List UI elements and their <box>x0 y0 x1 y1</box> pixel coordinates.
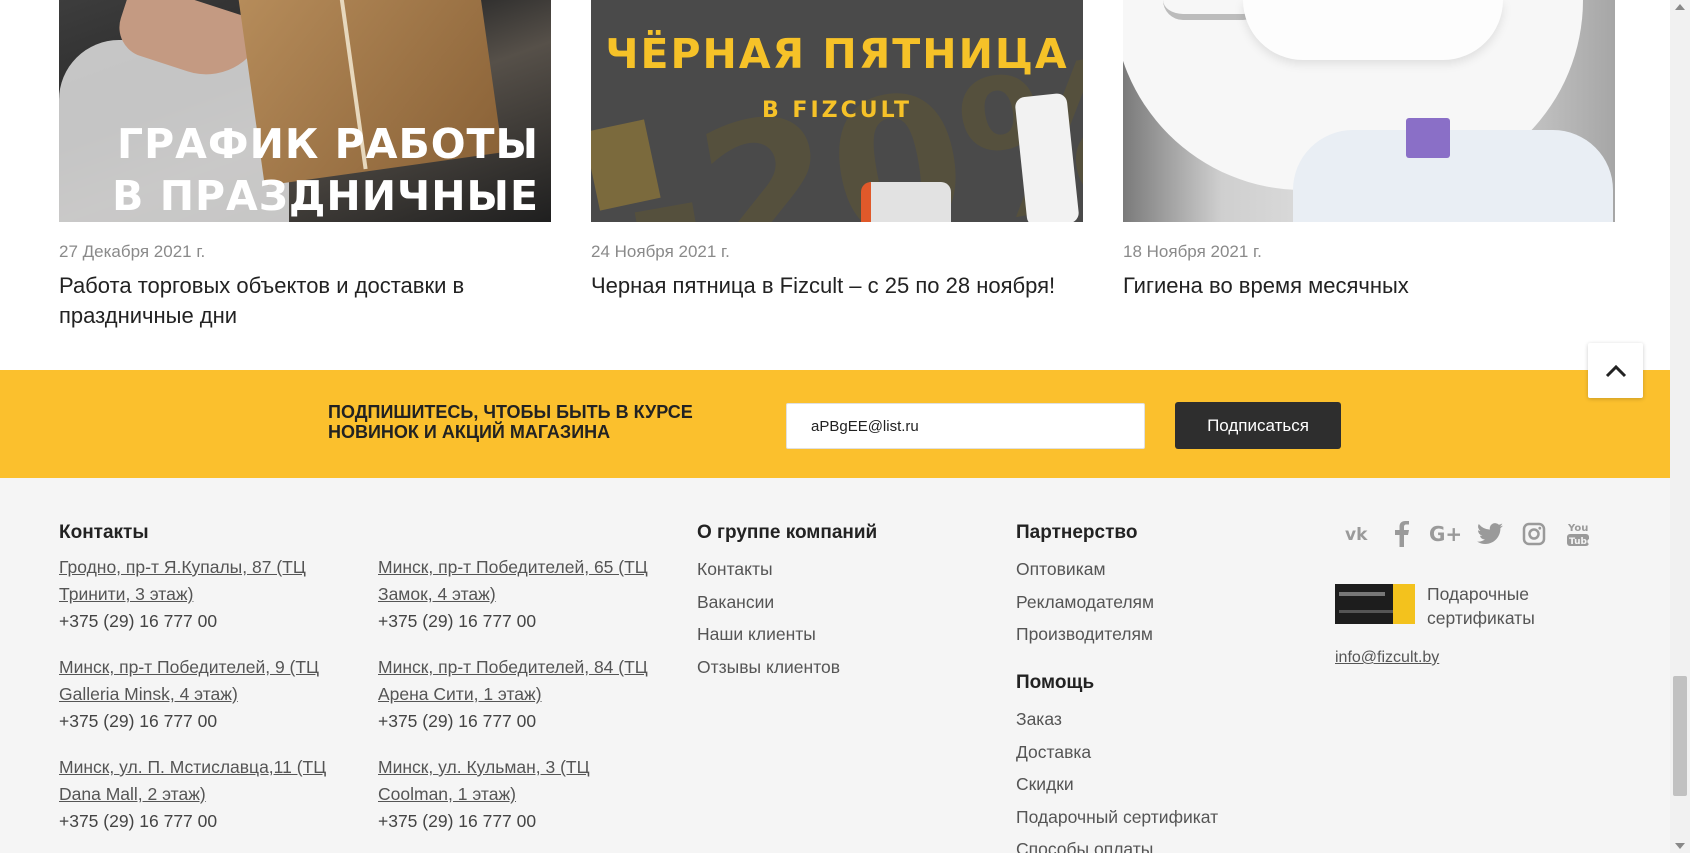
svg-text:You: You <box>1567 523 1588 534</box>
contact-phone: +375 (29) 16 777 00 <box>378 711 537 731</box>
about-links: Контакты Вакансии Наши клиенты Отзывы кл… <box>697 553 840 683</box>
svg-text:G+: G+ <box>1429 523 1462 545</box>
news-image-caption: ГРАФИК РАБОТЫ В ПРАЗДНИЧНЫЕ ДНИ <box>112 120 539 220</box>
help-link-discounts[interactable]: Скидки <box>1016 768 1218 801</box>
subscribe-banner: Подпишитесь, чтобы быть в курсе новинок … <box>0 370 1670 478</box>
contacts-heading: Контакты <box>59 522 149 543</box>
subscribe-text: Подпишитесь, чтобы быть в курсе новинок … <box>328 402 693 442</box>
contact-address-link[interactable]: Минск, ул. Кульман, 3 (ТЦ Coolman, 1 эта… <box>378 757 590 804</box>
contact-item: Гродно, пр-т Я.Купалы, 87 (ТЦ Тринити, 3… <box>59 554 329 635</box>
contact-phone: +375 (29) 16 777 00 <box>59 711 218 731</box>
contact-email-link[interactable]: info@fizcult.by <box>1335 649 1439 667</box>
subscribe-email-input[interactable] <box>786 403 1145 449</box>
svg-text:vk: vk <box>1345 525 1368 543</box>
contact-phone: +375 (29) 16 777 00 <box>378 811 537 831</box>
vk-icon[interactable]: vk <box>1336 519 1380 549</box>
help-link-order[interactable]: Заказ <box>1016 703 1218 736</box>
instagram-icon[interactable] <box>1512 519 1556 549</box>
news-date: 24 Ноября 2021 г. <box>591 242 730 261</box>
help-link-gift-certificate[interactable]: Подарочный сертификат <box>1016 801 1218 834</box>
contact-item: Минск, ул. Кульман, 3 (ТЦ Coolman, 1 эта… <box>378 754 648 835</box>
partner-link-advertisers[interactable]: Рекламодателям <box>1016 586 1154 619</box>
partner-heading: Партнерство <box>1016 522 1138 543</box>
news-image-caption: ЧЁРНАЯ ПЯТНИЦА <box>605 30 1069 78</box>
subscribe-button[interactable]: Подписаться <box>1175 402 1341 449</box>
help-link-payment[interactable]: Способы оплаты <box>1016 833 1218 853</box>
news-image[interactable]: -20% ЧЁРНАЯ ПЯТНИЦА В FIZCULT <box>591 0 1083 222</box>
about-link-vacancies[interactable]: Вакансии <box>697 586 840 619</box>
news-date: 27 Декабря 2021 г. <box>59 242 206 261</box>
news-title[interactable]: Черная пятница в Fizcult – с 25 по 28 но… <box>591 271 1083 301</box>
contact-phone: +375 (29) 16 777 00 <box>378 611 537 631</box>
contact-phone: +375 (29) 16 777 00 <box>59 811 218 831</box>
partner-links: Оптовикам Рекламодателям Производителям <box>1016 553 1154 651</box>
help-link-delivery[interactable]: Доставка <box>1016 736 1218 769</box>
contact-item: Минск, пр-т Победителей, 84 (ТЦ Арена Си… <box>378 654 648 735</box>
about-link-clients[interactable]: Наши клиенты <box>697 618 840 651</box>
partner-link-manufacturers[interactable]: Производителям <box>1016 618 1154 651</box>
scroll-to-top-button[interactable] <box>1588 343 1643 398</box>
chevron-up-icon <box>1605 364 1626 377</box>
news-image-subcaption: В FIZCULT <box>762 98 912 123</box>
social-links: vk G+ You Tube <box>1336 519 1600 549</box>
gift-certificates-link[interactable]: Подарочные сертификаты <box>1335 582 1567 630</box>
contact-phone: +375 (29) 16 777 00 <box>59 611 218 631</box>
news-title[interactable]: Гигиена во время месячных <box>1123 271 1615 301</box>
scroll-up-arrow[interactable] <box>1675 4 1685 10</box>
news-section: ГРАФИК РАБОТЫ В ПРАЗДНИЧНЫЕ ДНИ 27 Декаб… <box>59 0 1615 370</box>
contact-item: Минск, пр-т Победителей, 65 (ТЦ Замок, 4… <box>378 554 648 635</box>
about-link-contacts[interactable]: Контакты <box>697 553 840 586</box>
gift-certificate-image <box>1335 584 1415 624</box>
news-date: 18 Ноября 2021 г. <box>1123 242 1262 261</box>
contact-address-link[interactable]: Минск, ул. П. Мстиславца,11 (ТЦ Dana Mal… <box>59 757 326 804</box>
news-title[interactable]: Работа торговых объектов и доставки в пр… <box>59 271 551 331</box>
contact-item: Минск, пр-т Победителей, 9 (ТЦ Galleria … <box>59 654 329 735</box>
footer: Контакты Гродно, пр-т Я.Купалы, 87 (ТЦ Т… <box>0 478 1670 853</box>
facebook-icon[interactable] <box>1380 519 1424 549</box>
about-link-reviews[interactable]: Отзывы клиентов <box>697 651 840 684</box>
partner-link-wholesale[interactable]: Оптовикам <box>1016 553 1154 586</box>
twitter-icon[interactable] <box>1468 519 1512 549</box>
scroll-down-arrow[interactable] <box>1675 843 1685 849</box>
youtube-icon[interactable]: You Tube <box>1556 519 1600 549</box>
page-scrollbar[interactable] <box>1670 0 1690 853</box>
svg-text:Tube: Tube <box>1569 537 1589 547</box>
google-plus-icon[interactable]: G+ <box>1424 519 1468 549</box>
news-image[interactable]: ГРАФИК РАБОТЫ В ПРАЗДНИЧНЫЕ ДНИ <box>59 0 551 222</box>
contact-address-link[interactable]: Гродно, пр-т Я.Купалы, 87 (ТЦ Тринити, 3… <box>59 557 306 604</box>
news-card[interactable]: 18 Ноября 2021 г. Гигиена во время месяч… <box>1123 0 1615 301</box>
gift-certificates-label: Подарочные сертификаты <box>1427 584 1535 628</box>
page: ГРАФИК РАБОТЫ В ПРАЗДНИЧНЫЕ ДНИ 27 Декаб… <box>0 0 1670 853</box>
contact-address-link[interactable]: Минск, пр-т Победителей, 65 (ТЦ Замок, 4… <box>378 557 648 604</box>
about-heading: О группе компаний <box>697 522 878 543</box>
scrollbar-thumb[interactable] <box>1673 676 1687 796</box>
contact-address-link[interactable]: Минск, пр-т Победителей, 84 (ТЦ Арена Си… <box>378 657 648 704</box>
contact-address-link[interactable]: Минск, пр-т Победителей, 9 (ТЦ Galleria … <box>59 657 319 704</box>
help-links: Заказ Доставка Скидки Подарочный сертифи… <box>1016 703 1218 853</box>
news-image[interactable] <box>1123 0 1615 222</box>
news-card[interactable]: ГРАФИК РАБОТЫ В ПРАЗДНИЧНЫЕ ДНИ 27 Декаб… <box>59 0 551 331</box>
contact-item: Минск, ул. П. Мстиславца,11 (ТЦ Dana Mal… <box>59 754 329 835</box>
help-heading: Помощь <box>1016 672 1095 693</box>
news-card[interactable]: -20% ЧЁРНАЯ ПЯТНИЦА В FIZCULT 24 Ноября … <box>591 0 1083 301</box>
